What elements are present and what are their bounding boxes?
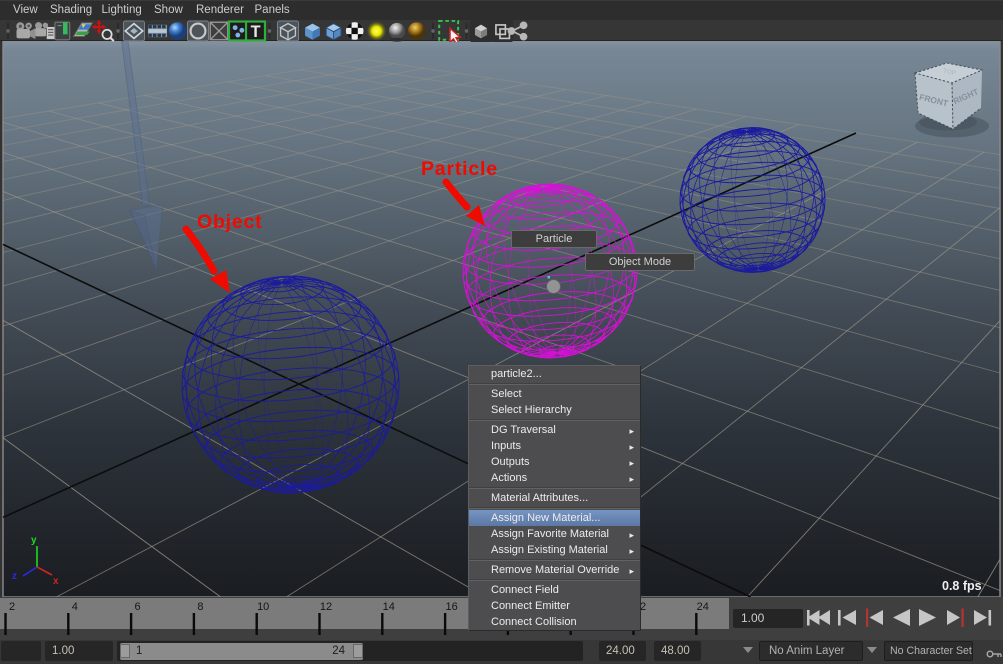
svg-text:0.8 fps: 0.8 fps bbox=[942, 579, 982, 593]
svg-text:4: 4 bbox=[72, 601, 78, 613]
svg-text:6: 6 bbox=[135, 601, 141, 613]
svg-text:10: 10 bbox=[257, 601, 269, 613]
svg-text:8: 8 bbox=[197, 601, 203, 613]
svg-text:z: z bbox=[12, 571, 17, 582]
svg-text:16: 16 bbox=[445, 601, 457, 613]
svg-text:24: 24 bbox=[697, 601, 709, 613]
svg-text:Particle: Particle bbox=[421, 158, 498, 180]
svg-text:y: y bbox=[31, 535, 37, 546]
svg-text:x: x bbox=[53, 576, 59, 587]
svg-text:Object: Object bbox=[197, 211, 262, 233]
svg-text:2: 2 bbox=[9, 601, 15, 613]
svg-text:14: 14 bbox=[383, 601, 395, 613]
svg-text:T: T bbox=[251, 23, 261, 41]
svg-text:12: 12 bbox=[320, 601, 332, 613]
